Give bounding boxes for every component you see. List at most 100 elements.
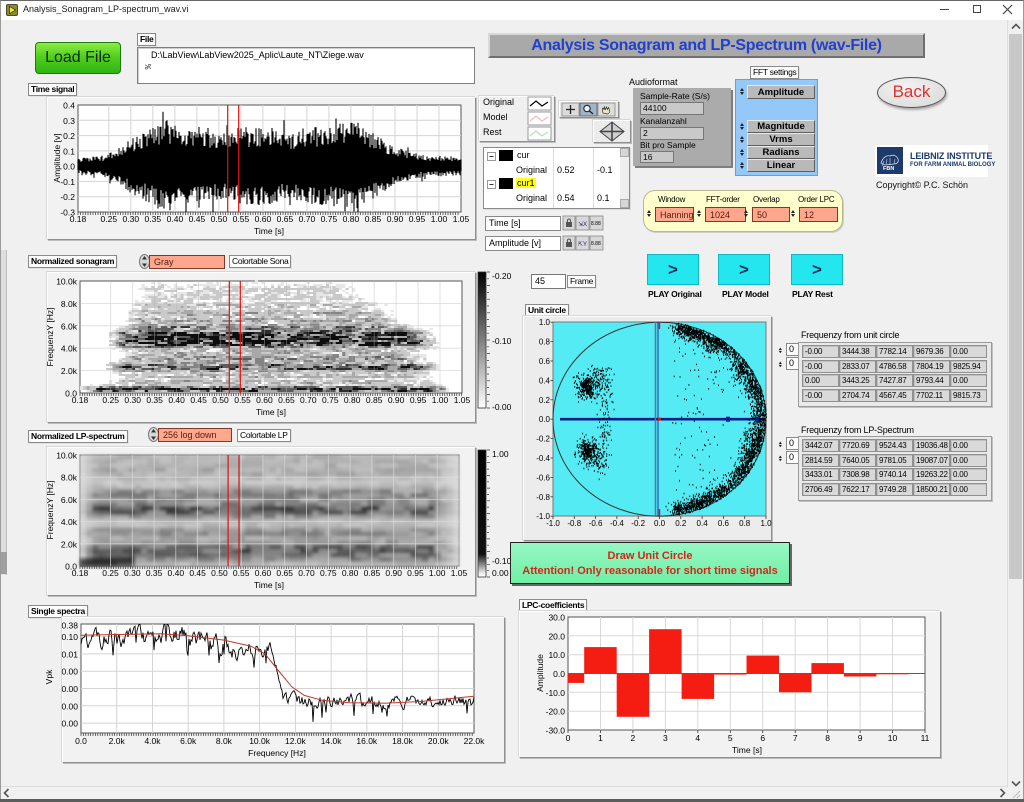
- svg-text:0.55: 0.55: [233, 568, 250, 578]
- svg-text:-0.00: -0.00: [492, 402, 512, 412]
- svg-text:-10.0: -10.0: [546, 688, 566, 698]
- svg-text:0.40: 0.40: [168, 568, 185, 578]
- svg-text:18.0k: 18.0k: [392, 736, 414, 746]
- svg-text:FrequenzY [Hz]: FrequenzY [Hz]: [45, 481, 55, 540]
- svg-text:0.80: 0.80: [344, 395, 361, 405]
- svg-text:20.0: 20.0: [548, 631, 565, 641]
- svg-text:0.35: 0.35: [146, 395, 163, 405]
- svg-text:0.30: 0.30: [123, 214, 140, 224]
- svg-text:0.30: 0.30: [124, 568, 141, 578]
- svg-text:0.2: 0.2: [675, 519, 687, 528]
- svg-text:8.88: 8.88: [591, 241, 601, 247]
- svg-text:0.00: 0.00: [61, 667, 78, 677]
- svg-text:Vpk: Vpk: [44, 669, 54, 684]
- svg-text:0.65: 0.65: [278, 395, 295, 405]
- svg-text:-20.0: -20.0: [546, 707, 566, 717]
- svg-text:9: 9: [858, 733, 863, 743]
- svg-text:16.0k: 16.0k: [356, 736, 378, 746]
- svg-text:4.0k: 4.0k: [61, 517, 78, 527]
- svg-text:-0.4: -0.4: [610, 519, 624, 528]
- svg-text:8.0k: 8.0k: [61, 299, 78, 309]
- svg-text:0.35: 0.35: [145, 214, 162, 224]
- svg-text:0.6: 0.6: [539, 357, 551, 366]
- svg-text:FBN: FBN: [883, 166, 894, 172]
- svg-text:4.0k: 4.0k: [144, 736, 161, 746]
- svg-text:12.0k: 12.0k: [285, 736, 307, 746]
- svg-text:0.95: 0.95: [407, 568, 424, 578]
- svg-text:0.90: 0.90: [387, 214, 404, 224]
- svg-text:6.0k: 6.0k: [180, 736, 197, 746]
- svg-text:0.70: 0.70: [298, 568, 315, 578]
- svg-text:10.0k: 10.0k: [249, 736, 271, 746]
- svg-text:-0.6: -0.6: [589, 519, 603, 528]
- svg-text:5: 5: [728, 733, 733, 743]
- svg-text:-0.8: -0.8: [536, 493, 550, 502]
- svg-text:0.75: 0.75: [322, 395, 339, 405]
- svg-text:1: 1: [598, 733, 603, 743]
- svg-text:0.85: 0.85: [366, 395, 383, 405]
- svg-text:1.0: 1.0: [539, 318, 551, 327]
- svg-text:0.18: 0.18: [72, 395, 89, 405]
- svg-text:8.88: 8.88: [591, 221, 601, 227]
- svg-text:Amplitude: Amplitude: [535, 654, 545, 692]
- svg-text:1.05: 1.05: [453, 214, 470, 224]
- svg-text:0.85: 0.85: [365, 214, 382, 224]
- svg-text:0.4: 0.4: [539, 376, 551, 385]
- svg-text:2.0k: 2.0k: [109, 736, 126, 746]
- svg-text:0.45: 0.45: [189, 214, 206, 224]
- svg-text:-0.1: -0.1: [60, 177, 75, 187]
- svg-text:-0.2: -0.2: [60, 192, 75, 202]
- svg-text:0.70: 0.70: [300, 395, 317, 405]
- svg-text:0.40: 0.40: [168, 395, 185, 405]
- svg-text:1.00: 1.00: [432, 395, 449, 405]
- svg-text:0.2: 0.2: [63, 131, 75, 141]
- svg-text:4.0k: 4.0k: [61, 344, 78, 354]
- svg-text:Amplitude [v]: Amplitude [v]: [52, 133, 62, 182]
- svg-text:-0.2: -0.2: [536, 435, 550, 444]
- svg-text:0.3: 0.3: [63, 116, 75, 126]
- svg-text:0.25: 0.25: [101, 214, 118, 224]
- svg-text:0.55: 0.55: [234, 395, 251, 405]
- svg-text:-0.10: -0.10: [492, 556, 512, 566]
- svg-text:2.0k: 2.0k: [61, 539, 78, 549]
- svg-text:Frequency [Hz]: Frequency [Hz]: [248, 748, 306, 758]
- svg-text:2.0k: 2.0k: [61, 366, 78, 376]
- svg-text:0.8: 0.8: [539, 338, 551, 347]
- svg-text:2: 2: [631, 733, 636, 743]
- svg-text:0.45: 0.45: [189, 568, 206, 578]
- svg-text:-30.0: -30.0: [546, 726, 566, 736]
- svg-text:4: 4: [695, 733, 700, 743]
- svg-text:6.0k: 6.0k: [61, 321, 78, 331]
- svg-text:3: 3: [663, 733, 668, 743]
- svg-text:1.00: 1.00: [492, 449, 509, 459]
- svg-text:10.0k: 10.0k: [56, 277, 78, 287]
- svg-text:0.90: 0.90: [385, 568, 402, 578]
- svg-text:1.00: 1.00: [429, 568, 446, 578]
- svg-text:1.05: 1.05: [454, 395, 471, 405]
- svg-text:0.00: 0.00: [61, 684, 78, 694]
- svg-text:22.0k: 22.0k: [464, 736, 486, 746]
- svg-text:Time [s]: Time [s]: [254, 226, 284, 236]
- svg-text:-1.0: -1.0: [536, 512, 550, 521]
- svg-text:0.18: 0.18: [70, 214, 87, 224]
- svg-text:0.0: 0.0: [63, 162, 75, 172]
- svg-text:8: 8: [825, 733, 830, 743]
- svg-text:0.75: 0.75: [321, 214, 338, 224]
- svg-text:0.65: 0.65: [276, 568, 293, 578]
- svg-text:0.40: 0.40: [167, 214, 184, 224]
- svg-text:6.0k: 6.0k: [61, 495, 78, 505]
- svg-text:0.00: 0.00: [492, 568, 509, 578]
- svg-text:FrequenzY [Hz]: FrequenzY [Hz]: [45, 308, 55, 367]
- svg-text:0.38: 0.38: [61, 621, 78, 631]
- svg-text:0.50: 0.50: [212, 395, 229, 405]
- svg-text:0.0: 0.0: [654, 519, 666, 528]
- svg-text:0.80: 0.80: [343, 214, 360, 224]
- svg-text:0.1: 0.1: [63, 146, 75, 156]
- svg-text:30.0: 30.0: [548, 613, 565, 623]
- svg-text:6: 6: [760, 733, 765, 743]
- svg-text:-0.20: -0.20: [492, 271, 512, 281]
- svg-text:0.00: 0.00: [61, 701, 78, 711]
- svg-text:0.90: 0.90: [388, 395, 405, 405]
- svg-text:-0.4: -0.4: [536, 454, 550, 463]
- svg-text:0.8: 0.8: [739, 519, 751, 528]
